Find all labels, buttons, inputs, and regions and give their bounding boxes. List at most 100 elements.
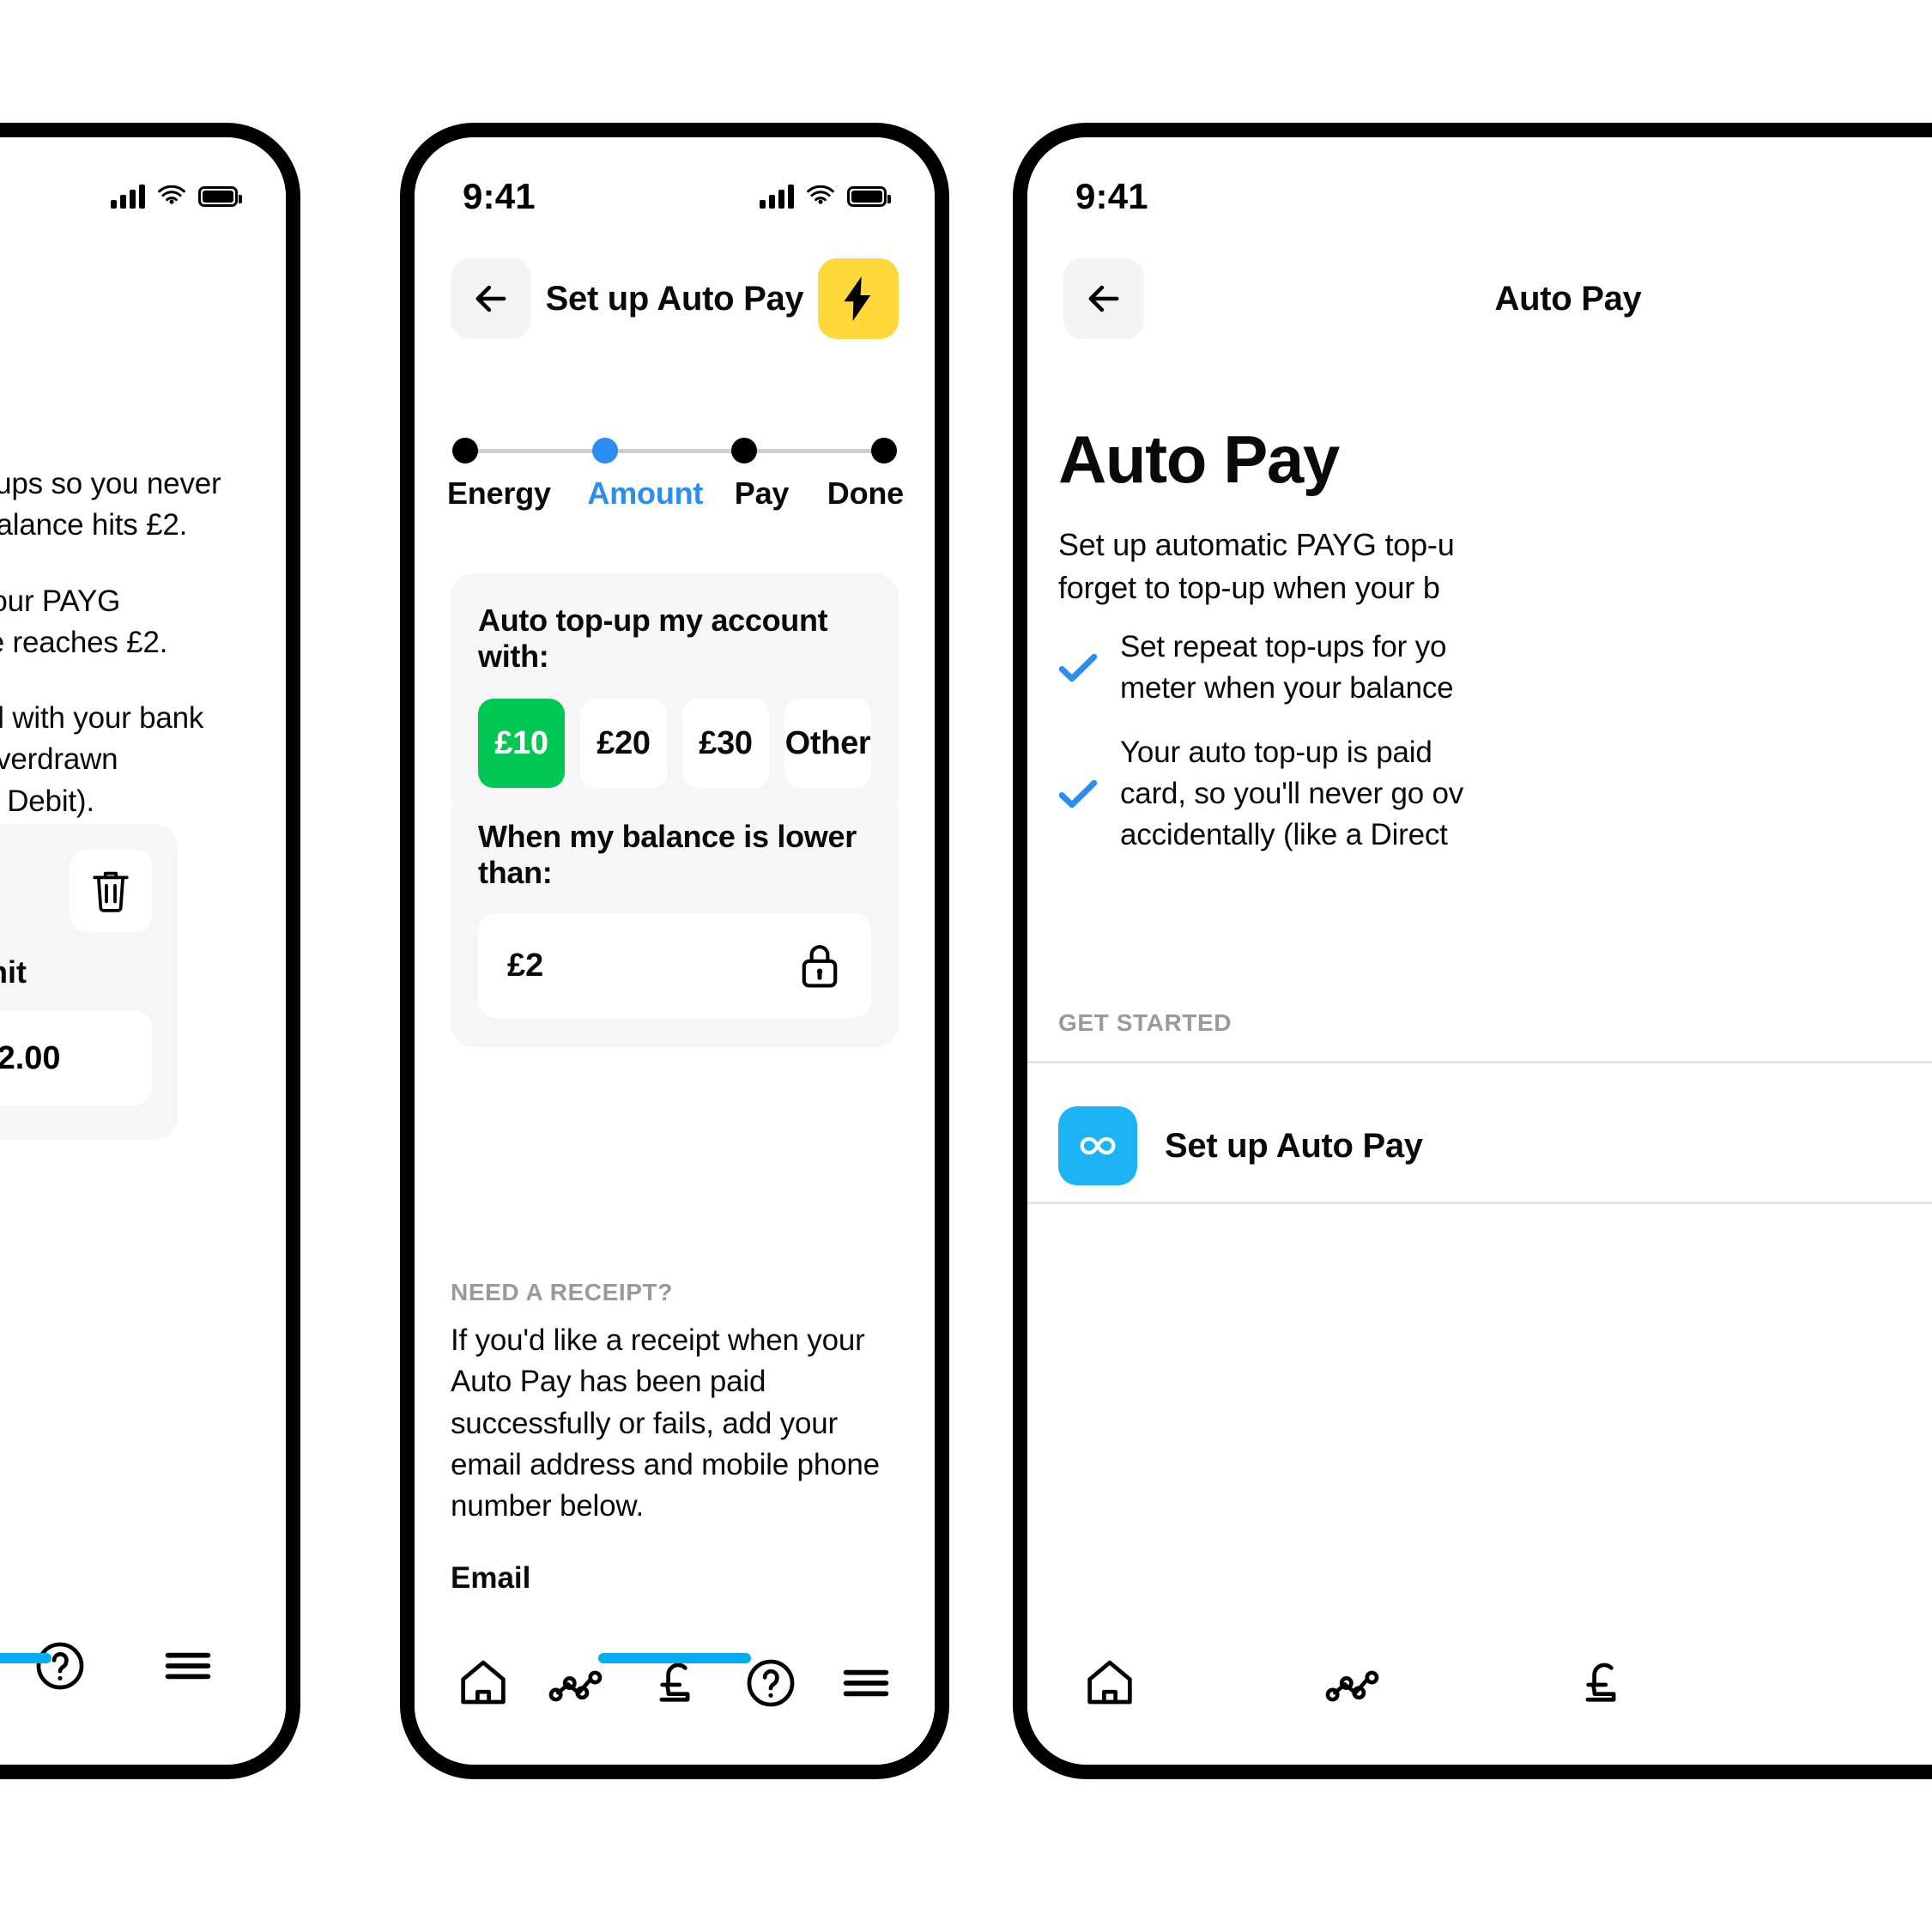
tab-usage[interactable] — [1314, 1642, 1396, 1724]
setup-auto-pay-label: Set up Auto Pay — [1165, 1126, 1423, 1165]
menu-icon — [843, 1669, 889, 1697]
left-body-line: (like a Direct Debit). — [0, 784, 94, 818]
center-status-icons — [760, 185, 891, 209]
center-status-bar: 9:41 — [415, 137, 935, 232]
tab-menu[interactable] — [825, 1642, 907, 1724]
page-title: Auto Pay — [1494, 279, 1642, 318]
left-home-indicator — [0, 1653, 51, 1663]
tab-help[interactable] — [19, 1625, 101, 1707]
home-icon — [461, 1660, 506, 1705]
left-body-line: op-up is paid with your bank — [0, 701, 204, 736]
tab-menu[interactable] — [147, 1625, 229, 1707]
lock-icon — [802, 945, 838, 988]
stepper-track — [452, 438, 897, 463]
left-body-line: ll never go overdrawn — [0, 742, 118, 777]
center-home-indicator — [598, 1653, 751, 1663]
amount-option-20[interactable]: £20 — [580, 699, 667, 788]
step-dot-pay[interactable] — [731, 438, 758, 463]
usage-icon — [549, 1670, 603, 1702]
divider — [1027, 1061, 1932, 1063]
home-icon — [1087, 1660, 1132, 1705]
step-dot-done[interactable] — [870, 438, 897, 463]
right-intro-line: forget to top-up when your b — [1058, 569, 1440, 605]
amount-card: Auto top-up my account with: £10 £20 £30… — [451, 573, 899, 817]
step-label-done: Done — [827, 475, 904, 511]
page-title: Set up Auto Pay — [545, 279, 804, 318]
amount-option-other[interactable]: Other — [784, 699, 871, 788]
center-tab-icons — [415, 1602, 935, 1730]
left-body-text: c PAYG top-ups so you never when your ba… — [0, 463, 286, 822]
arrow-left-icon — [1088, 285, 1119, 312]
amount-option-30[interactable]: £30 — [682, 699, 769, 788]
step-label-pay: Pay — [734, 475, 790, 511]
left-credit-limit-card: Credit limit £2.00 — [0, 824, 178, 1140]
center-status-time: 9:41 — [463, 176, 536, 216]
left-status-bar — [0, 137, 286, 232]
wifi-icon — [158, 185, 185, 204]
back-button[interactable] — [1063, 258, 1144, 339]
get-started-kicker: GET STARTED — [1058, 1009, 1232, 1036]
benefit-line: meter when your balance — [1120, 671, 1454, 706]
check-icon — [1058, 652, 1098, 683]
arrow-left-icon — [475, 285, 506, 312]
center-screen: 9:41 Set up Auto Pay Energy Amount Pay D… — [415, 137, 935, 1765]
right-nav: Auto Pay — [1027, 256, 1932, 342]
back-button[interactable] — [451, 258, 531, 339]
signal-icon — [760, 185, 794, 209]
right-status-bar: 9:41 — [1027, 137, 1932, 232]
credit-limit-value[interactable]: £2.00 — [0, 1011, 152, 1105]
bolt-icon — [844, 276, 871, 321]
tab-payments[interactable] — [1560, 1642, 1642, 1724]
right-heading: Auto Pay — [1058, 421, 1340, 497]
quick-action-button[interactable] — [818, 258, 899, 339]
trash-icon — [93, 871, 129, 912]
left-body-line: your balance reaches £2. — [0, 625, 168, 659]
threshold-value: £2 — [507, 947, 544, 984]
left-screen: Auto Pay c PAYG top-ups so you never whe… — [0, 137, 286, 1765]
right-tab-bar — [1027, 1602, 1932, 1765]
threshold-card: When my balance is lower than: £2 — [451, 790, 899, 1047]
benefit-line: Set repeat top-ups for yo — [1120, 630, 1447, 663]
threshold-card-title: When my balance is lower than: — [478, 819, 857, 890]
benefit-text: Your auto top-up is paid card, so you'll… — [1120, 732, 1463, 857]
benefit-item: Your auto top-up is paid card, so you'll… — [1058, 732, 1932, 857]
phone-left: Auto Pay c PAYG top-ups so you never whe… — [0, 123, 300, 1779]
right-intro-line: Set up automatic PAYG top-u — [1058, 527, 1455, 562]
stepper-labels: Energy Amount Pay Done — [447, 475, 904, 512]
receipt-kicker: NEED A RECEIPT? — [451, 1279, 673, 1305]
phone-right: 9:41 Auto Pay Auto Pay Set up automatic … — [1013, 123, 1932, 1779]
right-benefits-list: Set repeat top-ups for yo meter when you… — [1058, 627, 1932, 878]
right-screen: 9:41 Auto Pay Auto Pay Set up automatic … — [1027, 137, 1932, 1765]
step-label-energy: Energy — [447, 475, 551, 511]
benefit-line: card, so you'll never go ov — [1120, 776, 1464, 810]
signal-icon — [111, 185, 145, 209]
tab-home[interactable] — [1069, 1642, 1151, 1724]
benefit-item: Set repeat top-ups for yo meter when you… — [1058, 627, 1932, 710]
usage-icon — [1325, 1670, 1379, 1702]
step-dot-energy[interactable] — [452, 438, 478, 463]
benefit-text: Set repeat top-ups for yo meter when you… — [1120, 627, 1454, 710]
threshold-field[interactable]: £2 — [478, 913, 871, 1018]
benefit-line: Your auto top-up is paid — [1120, 735, 1432, 769]
credit-limit-label: Credit limit — [0, 954, 27, 990]
amount-options: £10 £20 £30 Other — [478, 699, 871, 788]
step-dot-amount[interactable] — [591, 438, 618, 463]
left-tab-bar — [0, 1602, 286, 1765]
setup-auto-pay-row[interactable]: Set up Auto Pay — [1058, 1090, 1932, 1202]
left-tab-icons — [0, 1602, 286, 1730]
pound-icon — [1585, 1662, 1616, 1702]
battery-icon — [847, 186, 891, 207]
wifi-icon — [807, 185, 834, 204]
delete-button[interactable] — [70, 850, 152, 932]
battery-icon — [198, 186, 242, 207]
tab-home[interactable] — [442, 1642, 524, 1724]
infinity-icon — [1058, 1106, 1137, 1185]
divider — [1027, 1202, 1932, 1204]
amount-option-10[interactable]: £10 — [478, 699, 565, 788]
help-icon — [747, 1659, 794, 1707]
center-nav: Set up Auto Pay — [415, 256, 935, 342]
left-nav: Auto Pay — [0, 256, 286, 342]
check-icon — [1058, 778, 1098, 809]
benefit-line: accidentally (like a Direct — [1120, 818, 1448, 852]
stepper-dots — [452, 438, 897, 463]
